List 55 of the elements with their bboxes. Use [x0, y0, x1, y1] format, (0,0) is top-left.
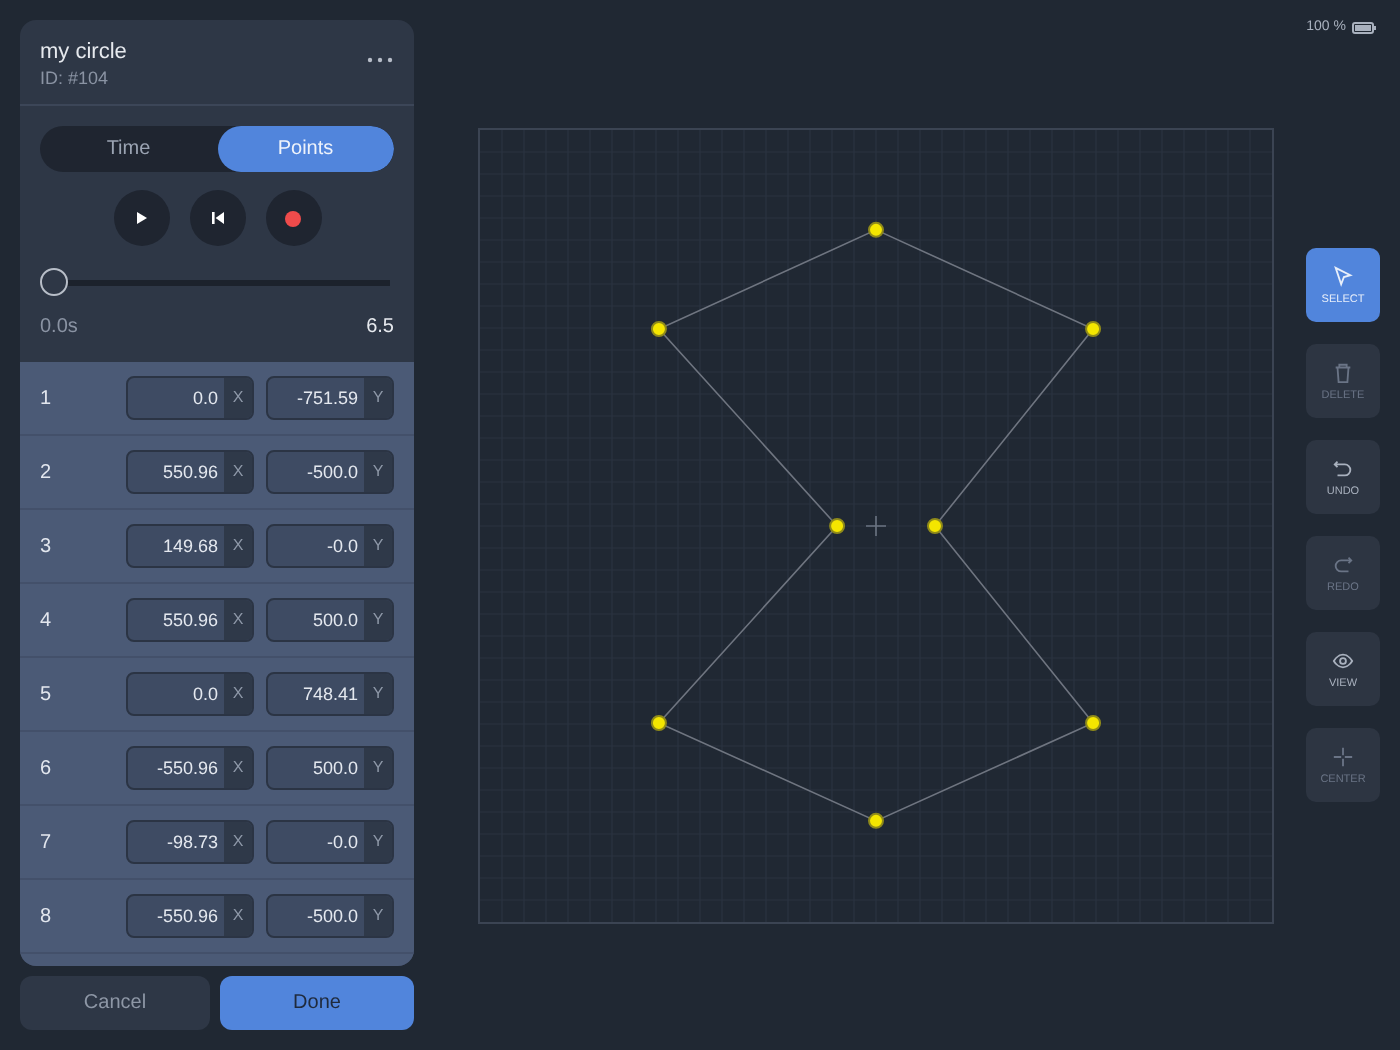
y-field[interactable]: 500.0 Y — [266, 598, 394, 642]
vertex-handle[interactable] — [925, 517, 942, 533]
point-index: 2 — [40, 461, 54, 483]
vertex-handle[interactable] — [1084, 714, 1101, 730]
point-index: 6 — [40, 757, 54, 779]
play-icon — [133, 210, 149, 226]
trash-icon — [1332, 361, 1354, 383]
y-field[interactable]: -500.0 Y — [266, 894, 394, 938]
vertex-handle[interactable] — [649, 320, 666, 336]
x-field[interactable]: 149.68 X — [126, 524, 254, 568]
mode-tab[interactable]: Time — [40, 126, 217, 172]
x-field[interactable]: 550.96 X — [126, 598, 254, 642]
battery-icon — [1352, 21, 1376, 33]
undo-icon — [1332, 457, 1354, 479]
center-arrows-icon — [1332, 745, 1354, 767]
x-field[interactable]: 550.96 X — [126, 450, 254, 494]
play-button[interactable] — [113, 190, 169, 246]
y-field[interactable]: -751.59 Y — [266, 376, 394, 420]
x-field[interactable]: 0.0 X — [126, 672, 254, 716]
y-field[interactable]: -0.0 Y — [266, 820, 394, 864]
cursor-arrow-icon — [1332, 265, 1354, 287]
end-time: 6.5 — [366, 316, 394, 338]
point-index: 1 — [40, 387, 54, 409]
y-field[interactable]: 748.41 Y — [266, 672, 394, 716]
y-field[interactable]: 500.0 Y — [266, 746, 394, 790]
vertex-handle[interactable] — [1084, 320, 1101, 336]
record-icon — [284, 209, 302, 227]
shape-id: ID: #104 — [40, 68, 111, 88]
y-field[interactable]: -0.0 Y — [266, 524, 394, 568]
vertex-handle[interactable] — [828, 517, 845, 533]
done-button[interactable]: Done — [220, 976, 414, 1030]
point-index: 8 — [40, 905, 54, 927]
y-field[interactable]: -500.0 Y — [266, 450, 394, 494]
x-field[interactable]: -550.96 X — [126, 746, 254, 790]
start-time: 0.0s — [40, 316, 78, 338]
point-index: 3 — [40, 535, 54, 557]
more-icon[interactable] — [366, 56, 394, 64]
vertex-handle[interactable] — [649, 714, 666, 730]
vertex-handle[interactable] — [867, 811, 883, 828]
skip-back-icon — [209, 210, 225, 226]
record-button[interactable] — [265, 190, 321, 246]
x-field[interactable]: 0.0 X — [126, 376, 254, 420]
vertex-handle[interactable] — [867, 220, 883, 237]
origin-cross-icon — [864, 514, 886, 536]
shape-title: my circle — [40, 40, 127, 64]
point-index: 7 — [40, 831, 54, 853]
point-index: 5 — [40, 683, 54, 705]
point-index: 4 — [40, 609, 54, 631]
x-field[interactable]: -550.96 X — [126, 894, 254, 938]
x-field[interactable]: -98.73 X — [126, 820, 254, 864]
rewind-button[interactable] — [189, 190, 245, 246]
cancel-button[interactable]: Cancel — [20, 976, 210, 1030]
redo-icon — [1332, 553, 1354, 575]
slider-thumb[interactable] — [40, 268, 68, 296]
eye-icon — [1332, 649, 1354, 671]
